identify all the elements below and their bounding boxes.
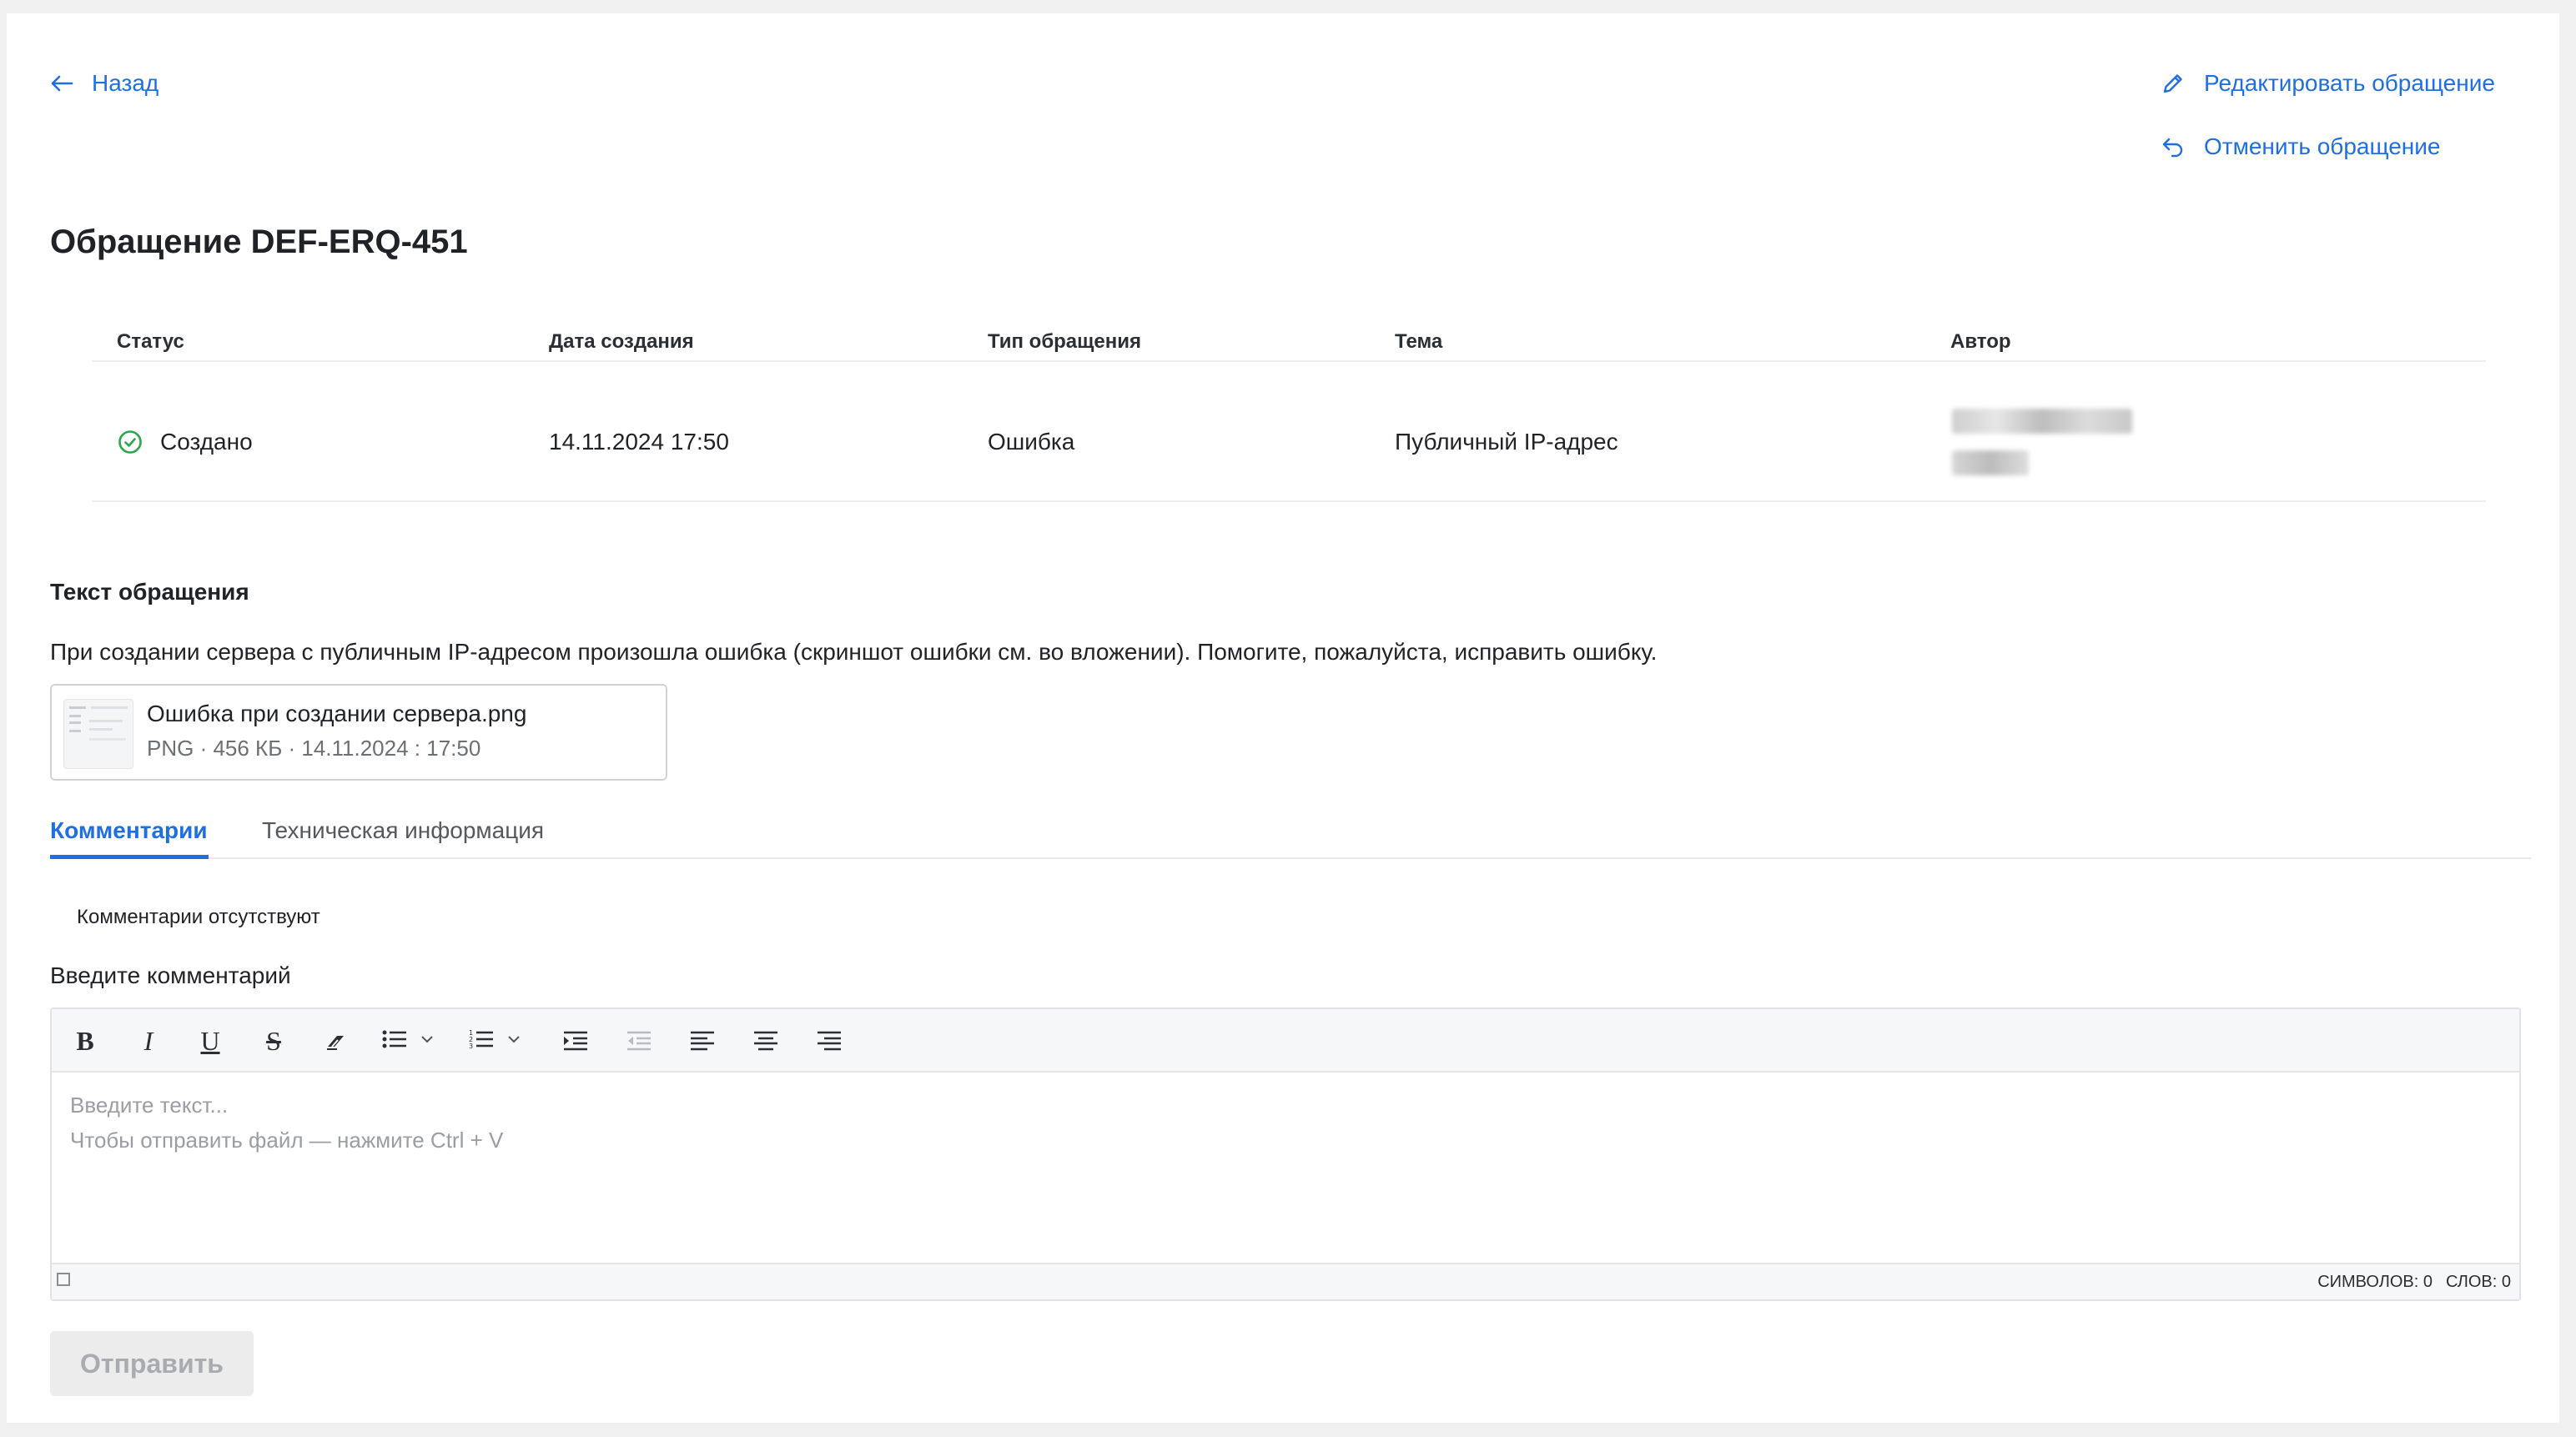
back-link[interactable]: Назад	[50, 70, 158, 97]
italic-button[interactable]: I	[132, 1024, 165, 1058]
tab-technical-info[interactable]: Техническая информация	[262, 817, 544, 844]
attachment-thumbnail	[63, 699, 133, 769]
underline-button[interactable]: U	[194, 1024, 227, 1058]
attachment-card[interactable]: Ошибка при создании сервера.png PNG · 45…	[50, 684, 667, 781]
author-login-redacted	[1952, 450, 2029, 475]
tab-comments[interactable]: Комментарии	[50, 817, 208, 844]
chevron-down-icon	[507, 1033, 521, 1048]
comment-editor: B I U S 123 Введите текст... Чтобы отпра…	[50, 1007, 2521, 1301]
align-center-icon[interactable]	[749, 1024, 782, 1058]
topic-value: Публичный IP-адрес	[1395, 429, 1618, 455]
status-cell: Создано	[117, 429, 253, 455]
column-header-created: Дата создания	[549, 330, 694, 353]
char-count: СИМВОЛОВ: 0	[2317, 1273, 2433, 1291]
placeholder-line-2: Чтобы отправить файл — нажмите Ctrl + V	[70, 1128, 504, 1153]
no-comments-text: Комментарии отсутствуют	[77, 906, 320, 928]
table-row-divider	[92, 500, 2486, 502]
table-header-divider	[92, 360, 2486, 362]
comment-textarea[interactable]: Введите текст... Чтобы отправить файл — …	[52, 1073, 2519, 1256]
column-header-status: Статус	[117, 330, 184, 353]
request-text-heading: Текст обращения	[50, 579, 249, 605]
back-label: Назад	[92, 70, 159, 96]
status-check-icon	[117, 429, 143, 455]
bullet-list-icon	[382, 1029, 407, 1053]
bold-button[interactable]: B	[68, 1024, 102, 1058]
outdent-icon[interactable]	[622, 1024, 656, 1058]
page-title: Обращение DEF-ERQ-451	[50, 224, 468, 260]
svg-text:3: 3	[469, 1043, 473, 1050]
attachment-meta: PNG · 456 КБ · 14.11.2024 : 17:50	[147, 736, 481, 761]
editor-statusbar: СИМВОЛОВ: 0 СЛОВ: 0	[52, 1263, 2519, 1299]
bullet-list-button[interactable]	[382, 1024, 444, 1058]
numbered-list-icon: 123	[469, 1028, 494, 1054]
undo-icon	[2161, 134, 2186, 159]
type-value: Ошибка	[988, 429, 1075, 455]
cancel-ticket-link[interactable]: Отменить обращение	[2161, 133, 2440, 160]
eraser-icon[interactable]	[320, 1024, 354, 1058]
chevron-down-icon	[420, 1033, 434, 1048]
strikethrough-button[interactable]: S	[257, 1024, 290, 1058]
attachment-name: Ошибка при создании сервера.png	[147, 701, 527, 726]
column-header-author: Автор	[1950, 330, 2011, 353]
request-text: При создании сервера с публичным IP-адре…	[50, 639, 1658, 665]
page: Назад Редактировать обращение Отменить о…	[7, 13, 2559, 1423]
pencil-icon	[2161, 71, 2186, 96]
status-value: Создано	[160, 429, 253, 455]
numbered-list-button[interactable]: 123	[469, 1024, 531, 1058]
resize-handle-icon[interactable]	[57, 1273, 70, 1286]
edit-ticket-link[interactable]: Редактировать обращение	[2161, 70, 2495, 97]
author-name-redacted	[1952, 409, 2132, 434]
edit-ticket-label: Редактировать обращение	[2204, 70, 2495, 96]
placeholder-line-1: Введите текст...	[70, 1093, 229, 1118]
word-count: СЛОВ: 0	[2445, 1273, 2511, 1291]
comment-input-label: Введите комментарий	[50, 962, 291, 988]
tabs-divider	[50, 857, 2531, 859]
align-left-icon[interactable]	[686, 1024, 719, 1058]
created-value: 14.11.2024 17:50	[549, 429, 729, 455]
arrow-left-icon	[50, 73, 73, 93]
active-tab-indicator	[50, 855, 209, 859]
editor-toolbar: B I U S 123	[52, 1009, 2519, 1073]
indent-icon[interactable]	[559, 1024, 592, 1058]
send-button[interactable]: Отправить	[50, 1331, 254, 1396]
column-header-type: Тип обращения	[988, 330, 1142, 353]
column-header-topic: Тема	[1395, 330, 1443, 353]
cancel-ticket-label: Отменить обращение	[2204, 133, 2441, 159]
align-right-icon[interactable]	[813, 1024, 846, 1058]
